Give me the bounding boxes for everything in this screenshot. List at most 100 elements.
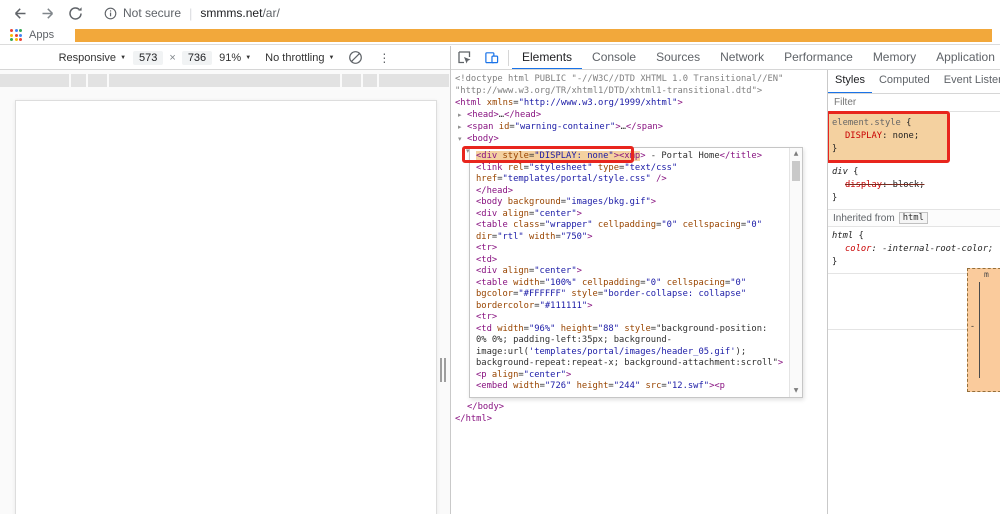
address-bar[interactable]: Not secure | smmms.net/ar/: [104, 6, 280, 21]
xmp-code-line: <table width="100%" cellpadding="0" cell…: [476, 278, 786, 290]
devtools-panel: ElementsConsoleSourcesNetworkPerformance…: [450, 46, 1000, 514]
back-icon[interactable]: [12, 6, 28, 21]
chevron-down-icon: ▼: [120, 55, 126, 61]
xmp-text-scrollbox[interactable]: <div style="DISPLAY: none"><xmp> - Porta…: [469, 147, 803, 398]
styles-tab-computed[interactable]: Computed: [872, 70, 937, 94]
xmp-code-line: bgcolor="#FFFFFF" style="border-collapse…: [476, 289, 786, 301]
viewport-resize-handle[interactable]: [440, 358, 448, 382]
device-toolbar-toggle-icon[interactable]: [484, 50, 499, 65]
css-rule-element-style[interactable]: element.style {DISPLAY: none;}: [828, 114, 947, 160]
xmp-code-line: dir="rtl" width="750">: [476, 232, 786, 244]
css-declaration[interactable]: DISPLAY: none;: [832, 130, 943, 143]
page-placeholder-blocks: [0, 74, 450, 87]
forward-icon[interactable]: [40, 6, 56, 21]
no-symbol-icon[interactable]: [348, 50, 363, 65]
throttling-select[interactable]: No throttling ▼: [265, 52, 334, 64]
toolbar-divider: [508, 50, 509, 66]
scrollbar-thumb[interactable]: [792, 161, 800, 181]
devtools-tabs: ElementsConsoleSourcesNetworkPerformance…: [512, 46, 1000, 70]
xmp-code-line: <link rel="stylesheet" type="text/css": [476, 163, 786, 175]
elements-tree[interactable]: <!doctype html PUBLIC "-//W3C//DTD XHTML…: [451, 70, 827, 514]
url-path: /ar/: [262, 6, 279, 20]
box-model-margin-box[interactable]: m -: [967, 268, 1000, 392]
omnibox-divider: |: [189, 6, 192, 21]
apps-grid-icon[interactable]: [10, 29, 22, 41]
margin-value: -: [971, 321, 974, 331]
collapse-arrow-icon[interactable]: ▸: [458, 121, 462, 133]
styles-pane: StylesComputedEvent Listeners element.st…: [827, 70, 1000, 514]
xmp-code-line: <div align="center">: [476, 266, 786, 278]
xmp-code-line: bordercolor="#111111">: [476, 301, 786, 313]
devtools-tab-memory[interactable]: Memory: [863, 46, 926, 70]
inspect-element-icon[interactable]: [457, 50, 472, 65]
dom-tree-line[interactable]: </html>: [455, 413, 827, 425]
xmp-code-line: 0% 0%; padding-left:35px; background-: [476, 335, 786, 347]
scrollbar[interactable]: ▲ ▼: [789, 148, 802, 397]
browser-toolbar: Not secure | smmms.net/ar/: [0, 0, 1000, 26]
css-declaration[interactable]: display: block;: [832, 179, 996, 192]
elements-tree-top: <!doctype html PUBLIC "-//W3C//DTD XHTML…: [455, 73, 827, 145]
border-box-edge: [979, 282, 980, 378]
devtools-body: <!doctype html PUBLIC "-//W3C//DTD XHTML…: [451, 70, 1000, 514]
xmp-code-lines: <link rel="stylesheet" type="text/css"hr…: [476, 163, 786, 393]
apps-label[interactable]: Apps: [29, 29, 54, 41]
more-options-icon[interactable]: ⋮: [370, 51, 398, 65]
device-mode-label: Responsive: [59, 52, 116, 64]
redaction-highlight-bar: [75, 29, 992, 42]
dom-tree-line[interactable]: ▸<head>…</head>: [455, 109, 827, 121]
xmp-code-line: <td>: [476, 255, 786, 267]
dom-tree-line[interactable]: </body>: [455, 401, 827, 413]
bookmarks-bar: Apps: [0, 26, 1000, 45]
url-domain: smmms.net: [200, 6, 262, 20]
devtools-tab-performance[interactable]: Performance: [774, 46, 863, 70]
scroll-up-icon[interactable]: ▲: [790, 148, 802, 159]
css-declaration[interactable]: color: -internal-root-color;: [832, 243, 996, 256]
viewport-height-input[interactable]: 736: [182, 51, 212, 65]
dom-tree-line[interactable]: ▾<body>: [455, 133, 827, 145]
chevron-down-icon: ▼: [245, 55, 251, 61]
collapse-arrow-icon[interactable]: ▸: [458, 109, 462, 121]
orange-highlight: <div style="DISPLAY: none"><xmp: [476, 151, 640, 161]
rendered-page: [15, 100, 437, 514]
styles-tab-styles[interactable]: Styles: [828, 70, 872, 94]
css-rule-div[interactable]: div {display: block;}: [828, 163, 1000, 210]
inherited-style-rules: html {color: -internal-root-color;}: [828, 227, 1000, 274]
devtools-tab-network[interactable]: Network: [710, 46, 774, 70]
main-area: Responsive ▼ 573 × 736 91% ▼ No throttli…: [0, 46, 1000, 514]
scroll-down-icon[interactable]: ▼: [790, 385, 802, 396]
xmp-code-line: <tr>: [476, 243, 786, 255]
devtools-tab-application[interactable]: Application: [926, 46, 1000, 70]
reload-icon[interactable]: [68, 6, 84, 21]
device-toolbar: Responsive ▼ 573 × 736 91% ▼ No throttli…: [0, 46, 450, 70]
dom-tree-line[interactable]: <html xmlns="http://www.w3.org/1999/xhtm…: [455, 97, 827, 109]
inherited-selector-pill[interactable]: html: [899, 212, 928, 224]
devtools-tab-bar: ElementsConsoleSourcesNetworkPerformance…: [451, 46, 1000, 70]
xmp-code-line: <td width="96%" height="88" style="backg…: [476, 324, 786, 336]
styles-tab-event-listeners[interactable]: Event Listeners: [937, 70, 1000, 94]
xmp-code-line: image:url('templates/portal/images/heade…: [476, 347, 786, 359]
devtools-tab-console[interactable]: Console: [582, 46, 646, 70]
style-rules: element.style {DISPLAY: none;}div {displ…: [828, 114, 1000, 210]
throttling-label: No throttling: [265, 52, 324, 64]
css-rule-html[interactable]: html {color: -internal-root-color;}: [828, 227, 1000, 274]
expand-arrow-icon[interactable]: ▾: [458, 133, 462, 145]
zoom-select[interactable]: 91% ▼: [219, 52, 251, 64]
xmp-code-line: <p align="center">: [476, 370, 786, 382]
info-icon[interactable]: [104, 7, 117, 20]
dom-tree-line[interactable]: <!doctype html PUBLIC "-//W3C//DTD XHTML…: [455, 73, 827, 85]
dom-tree-line[interactable]: "http://www.w3.org/TR/xhtml1/DTD/xhtml1-…: [455, 85, 827, 97]
zoom-value: 91%: [219, 52, 241, 64]
dom-tree-line[interactable]: ▸<span id="warning-container">…</span>: [455, 121, 827, 133]
browser-window: Not secure | smmms.net/ar/ Apps Responsi…: [0, 0, 1000, 514]
styles-pane-tabs: StylesComputedEvent Listeners: [828, 70, 1000, 94]
styles-filter-row: [828, 94, 1000, 112]
margin-label: m: [984, 270, 989, 279]
device-mode-select[interactable]: Responsive ▼: [59, 52, 126, 64]
inherited-label: Inherited from: [833, 213, 895, 224]
security-label: Not secure: [123, 6, 181, 20]
viewport-width-input[interactable]: 573: [133, 51, 163, 65]
devtools-tab-elements[interactable]: Elements: [512, 46, 582, 70]
devtools-tab-sources[interactable]: Sources: [646, 46, 710, 70]
styles-filter-input[interactable]: [828, 97, 1000, 108]
highlighted-code-line[interactable]: <div style="DISPLAY: none"><xmp> - Porta…: [476, 151, 786, 163]
